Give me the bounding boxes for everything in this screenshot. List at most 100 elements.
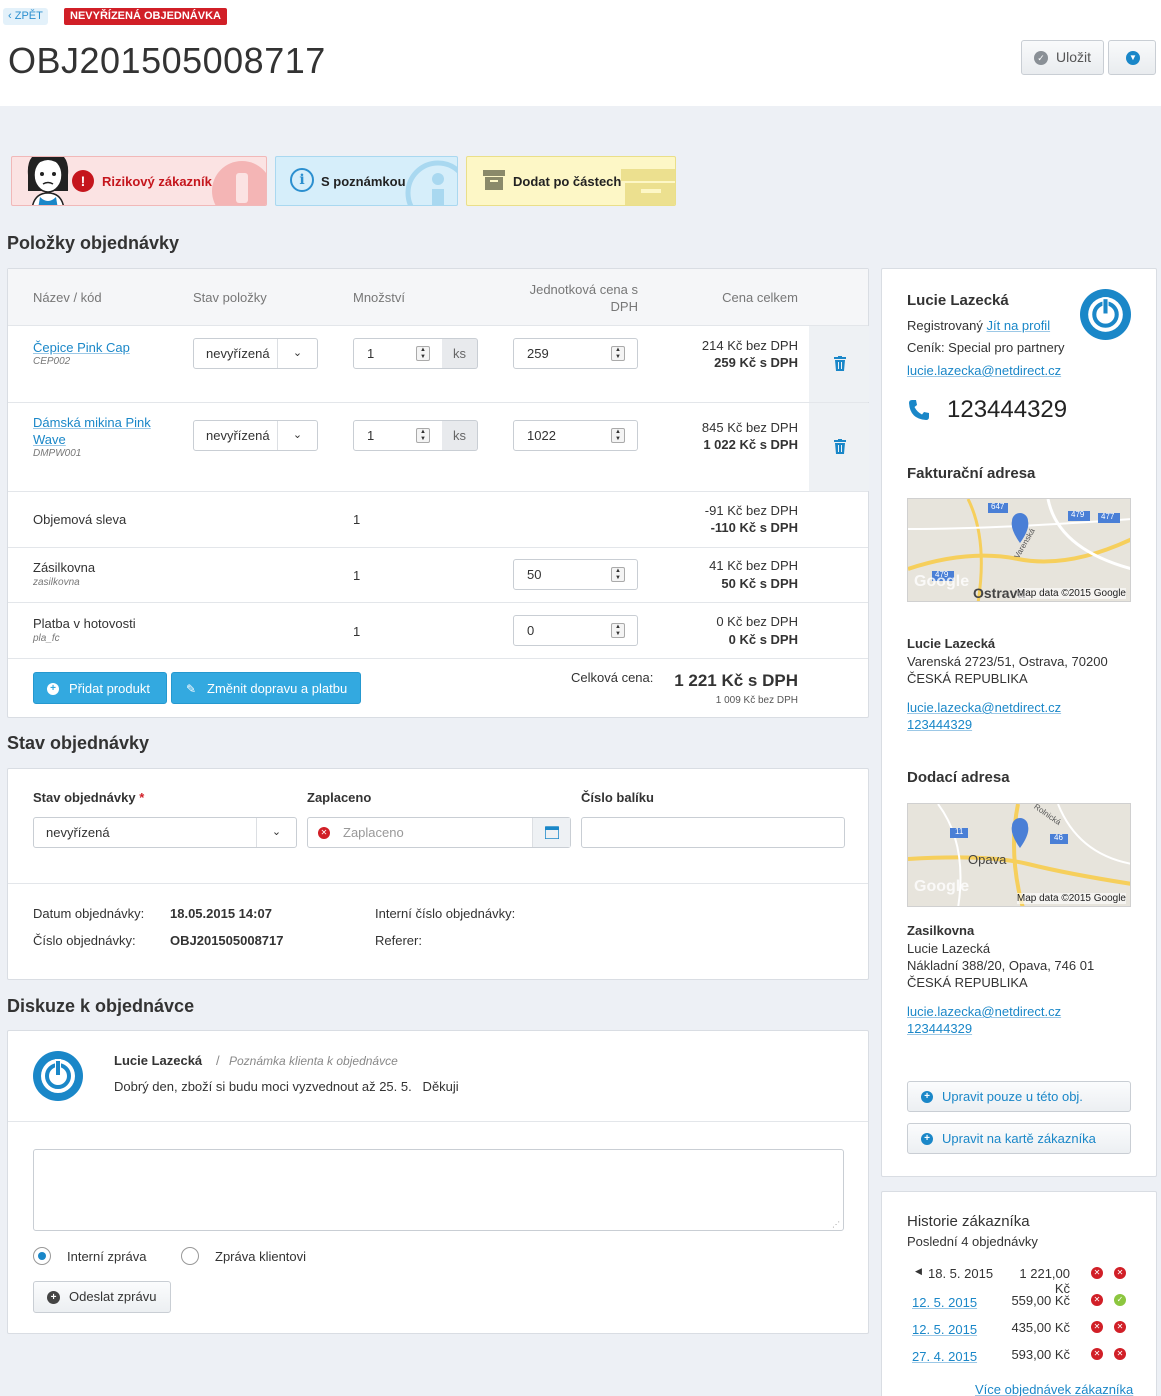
button-label: Přidat produkt [69, 681, 150, 696]
map-road-label: 11 [955, 827, 964, 836]
column-header: Jednotková cena s DPH [529, 282, 638, 314]
spin-arrows-icon[interactable]: ▲ ▼ [611, 567, 625, 582]
change-shipping-button[interactable]: ✎ Změnit dopravu a platbu [171, 672, 361, 704]
extra-quantity: 1 [353, 512, 361, 527]
total-label: Celková cena: [571, 670, 654, 685]
clear-icon[interactable]: ✕ [318, 827, 330, 839]
flag-label: S poznámkou [321, 174, 406, 189]
item-price-net: 845 Kč bez DPH [701, 420, 798, 435]
order-number-label: Číslo objednávky: [33, 933, 136, 948]
spin-arrows-icon[interactable]: ▲ ▼ [416, 346, 430, 361]
spin-arrows-icon[interactable]: ▲ ▼ [611, 623, 625, 638]
item-name-link[interactable]: Čepice Pink Cap [33, 340, 130, 355]
trash-icon[interactable] [834, 439, 846, 454]
profile-link[interactable]: Jít na profil [987, 318, 1051, 333]
items-card: Název / kód Stav položky Množství Jednot… [7, 268, 869, 718]
chevron-down-icon: ⌄ [277, 421, 317, 450]
map-road-label: 46 [1054, 833, 1063, 842]
package-label: Číslo balíku [581, 790, 654, 805]
history-amount: 559,00 Kč [1011, 1293, 1070, 1308]
item-state-select[interactable]: nevyřízená ⌄ [193, 338, 318, 369]
map-credit: Map data ©2015 Google [1016, 588, 1126, 599]
delivery-status-icon: ✓ [1114, 1294, 1126, 1306]
payment-status-icon: ✕ [1091, 1321, 1103, 1333]
pencil-icon: ✎ [185, 682, 197, 696]
back-label: ZPĚT [14, 10, 43, 22]
item-quantity-stepper[interactable]: 1 ▲ ▼ [353, 338, 443, 369]
save-button[interactable]: ✓ Uložit [1021, 40, 1104, 75]
flag-risky-customer: ! Rizikový zákazník [11, 156, 267, 206]
spin-arrows-icon[interactable]: ▲ ▼ [611, 346, 625, 361]
more-orders-link[interactable]: Více objednávek zákazníka [975, 1382, 1133, 1396]
billing-street: Varenská 2723/51, Ostrava, 70200 [907, 654, 1108, 669]
order-state-select[interactable]: nevyřízená ⌄ [33, 817, 297, 848]
item-name-link[interactable]: Dámská mikina Pink Wave [33, 414, 163, 448]
history-date-link[interactable]: 12. 5. 2015 [912, 1322, 977, 1337]
unit-price-input[interactable]: 1022 ▲ ▼ [513, 420, 638, 451]
send-message-button[interactable]: + Odeslat zprávu [33, 1281, 171, 1313]
history-date-link[interactable]: 12. 5. 2015 [912, 1295, 977, 1310]
billing-email-link[interactable]: lucie.lazecka@netdirect.cz [907, 700, 1061, 715]
billing-map[interactable]: 647 479 477 479 Varenská Google Ostrava … [907, 498, 1131, 602]
status-card: Stav objednávky * nevyřízená ⌄ Zaplaceno … [7, 768, 869, 980]
customer-email-link[interactable]: lucie.lazecka@netdirect.cz [907, 363, 1061, 378]
spin-arrows-icon[interactable]: ▲ ▼ [416, 428, 430, 443]
order-status-tag: NEVYŘÍZENÁ OBJEDNÁVKA [64, 8, 227, 25]
delivery-name: Lucie Lazecká [907, 941, 991, 956]
divider [8, 325, 868, 326]
delivery-street: Nákladní 388/20, Opava, 746 01 [907, 958, 1095, 973]
history-date-link[interactable]: 27. 4. 2015 [912, 1349, 977, 1364]
divider [8, 1121, 868, 1122]
alert-icon: ! [72, 170, 94, 192]
power-icon [41, 1059, 75, 1093]
edit-order-only-button[interactable]: + Upravit pouze u této obj. [907, 1081, 1131, 1112]
package-number-input[interactable] [581, 817, 845, 848]
item-price-net: 214 Kč bez DPH [701, 338, 798, 353]
unit-price-input[interactable]: 259 ▲ ▼ [513, 338, 638, 369]
alert-watermark-icon [212, 161, 266, 205]
button-label: Odeslat zprávu [69, 1289, 157, 1304]
map-road-label: 647 [991, 502, 1005, 511]
map-road-label: 477 [1101, 512, 1115, 521]
paid-date-input[interactable]: ✕ Zaplaceno [307, 817, 571, 848]
delivery-map[interactable]: 11 46 Rolnická Opava Google Map data ©20… [907, 803, 1131, 907]
edit-customer-card-button[interactable]: + Upravit na kartě zákazníka [907, 1123, 1131, 1154]
back-button[interactable]: ‹ ZPĚT [3, 8, 48, 25]
resize-handle-icon[interactable]: ⋰ [832, 1220, 840, 1229]
avatar [33, 1051, 83, 1101]
flag-label: Dodat po částech [513, 174, 622, 189]
item-quantity-stepper[interactable]: 1 ▲ ▼ [353, 420, 443, 451]
shipping-price-input[interactable]: 50 ▲ ▼ [513, 559, 638, 590]
payment-status-icon: ✕ [1091, 1267, 1103, 1279]
price-value: 1022 [527, 428, 556, 443]
billing-phone-link[interactable]: 123444329 [907, 717, 972, 732]
save-label: Uložit [1056, 49, 1092, 65]
add-product-button[interactable]: + Přidat produkt [33, 672, 167, 704]
total-net: 1 009 Kč bez DPH [715, 695, 798, 706]
radio-client[interactable] [181, 1247, 199, 1265]
payment-price-input[interactable]: 0 ▲ ▼ [513, 615, 638, 646]
extra-code: zasilkovna [33, 577, 80, 588]
select-value: nevyřízená [206, 346, 270, 361]
trash-icon[interactable] [834, 356, 846, 371]
history-subtitle: Poslední 4 objednávky [907, 1234, 1038, 1249]
chevron-down-icon: ⌄ [256, 818, 296, 847]
customer-history: Historie zákazníka Poslední 4 objednávky… [881, 1191, 1157, 1396]
item-state-select[interactable]: nevyřízená ⌄ [193, 420, 318, 451]
more-actions-button[interactable]: ▼ [1108, 40, 1156, 75]
message-author: Lucie Lazecká [114, 1053, 203, 1068]
discussion-card: Lucie Lazecká / Poznámka klienta k objed… [7, 1030, 869, 1334]
delivery-company: Zasilkovna [907, 923, 975, 938]
flag-label: Rizikový zákazník [102, 174, 212, 189]
message-textarea[interactable]: ⋰ [33, 1149, 844, 1231]
column-header: Stav položky [193, 290, 267, 305]
item-price-gross: 259 Kč s DPH [714, 355, 798, 370]
price-value: 259 [527, 346, 549, 361]
radio-internal[interactable] [33, 1247, 51, 1265]
delivery-phone-link[interactable]: 123444329 [907, 1021, 972, 1036]
power-icon [1088, 297, 1123, 332]
calendar-button[interactable] [532, 818, 570, 847]
radio-internal-label: Interní zpráva [67, 1249, 147, 1264]
delivery-email-link[interactable]: lucie.lazecka@netdirect.cz [907, 1004, 1061, 1019]
spin-arrows-icon[interactable]: ▲ ▼ [611, 428, 625, 443]
